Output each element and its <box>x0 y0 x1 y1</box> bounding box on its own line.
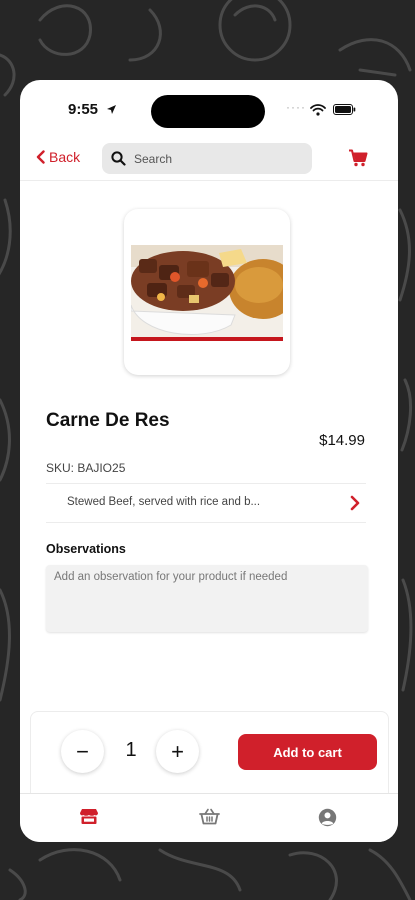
wifi-icon <box>310 104 326 116</box>
chevron-left-icon <box>36 150 45 164</box>
dynamic-island <box>151 95 265 128</box>
search-input[interactable] <box>132 150 306 167</box>
search-bar[interactable] <box>102 143 312 174</box>
bottom-tab-bar <box>20 793 398 842</box>
product-sku: SKU: BAJIO25 <box>46 461 126 475</box>
increase-quantity-button[interactable]: + <box>156 730 199 773</box>
product-description: Stewed Beef, served with rice and b... <box>67 496 261 508</box>
chevron-right-icon <box>350 495 360 511</box>
battery-icon <box>333 104 356 115</box>
search-icon <box>111 151 126 166</box>
product-description-row[interactable]: Stewed Beef, served with rice and b... <box>46 483 366 523</box>
back-button[interactable]: Back <box>36 149 80 165</box>
product-name: Carne De Res <box>46 410 170 431</box>
observations-label: Observations <box>46 542 126 556</box>
location-arrow-icon <box>107 105 116 114</box>
top-nav-bar: Back <box>20 140 398 181</box>
product-price: $14.99 <box>319 432 365 449</box>
phone-screen: 9:55 ···· Back Search Carne De Res $14.9… <box>20 80 398 842</box>
product-image-card <box>124 209 290 375</box>
back-label: Back <box>49 149 81 165</box>
cart-icon[interactable] <box>348 149 368 167</box>
quantity-value: 1 <box>125 739 137 761</box>
signal-dots: ···· <box>286 100 306 114</box>
observations-input[interactable] <box>46 565 368 632</box>
store-icon[interactable] <box>79 808 99 825</box>
status-bar: 9:55 ···· <box>20 80 398 140</box>
profile-icon[interactable] <box>318 808 337 827</box>
decrease-quantity-button[interactable]: − <box>61 730 104 773</box>
add-to-cart-button[interactable]: Add to cart <box>238 734 377 770</box>
product-photo <box>131 245 283 341</box>
add-to-cart-panel: − 1 + Add to cart <box>30 711 389 802</box>
status-time: 9:55 <box>68 101 99 118</box>
basket-icon[interactable] <box>199 808 220 825</box>
